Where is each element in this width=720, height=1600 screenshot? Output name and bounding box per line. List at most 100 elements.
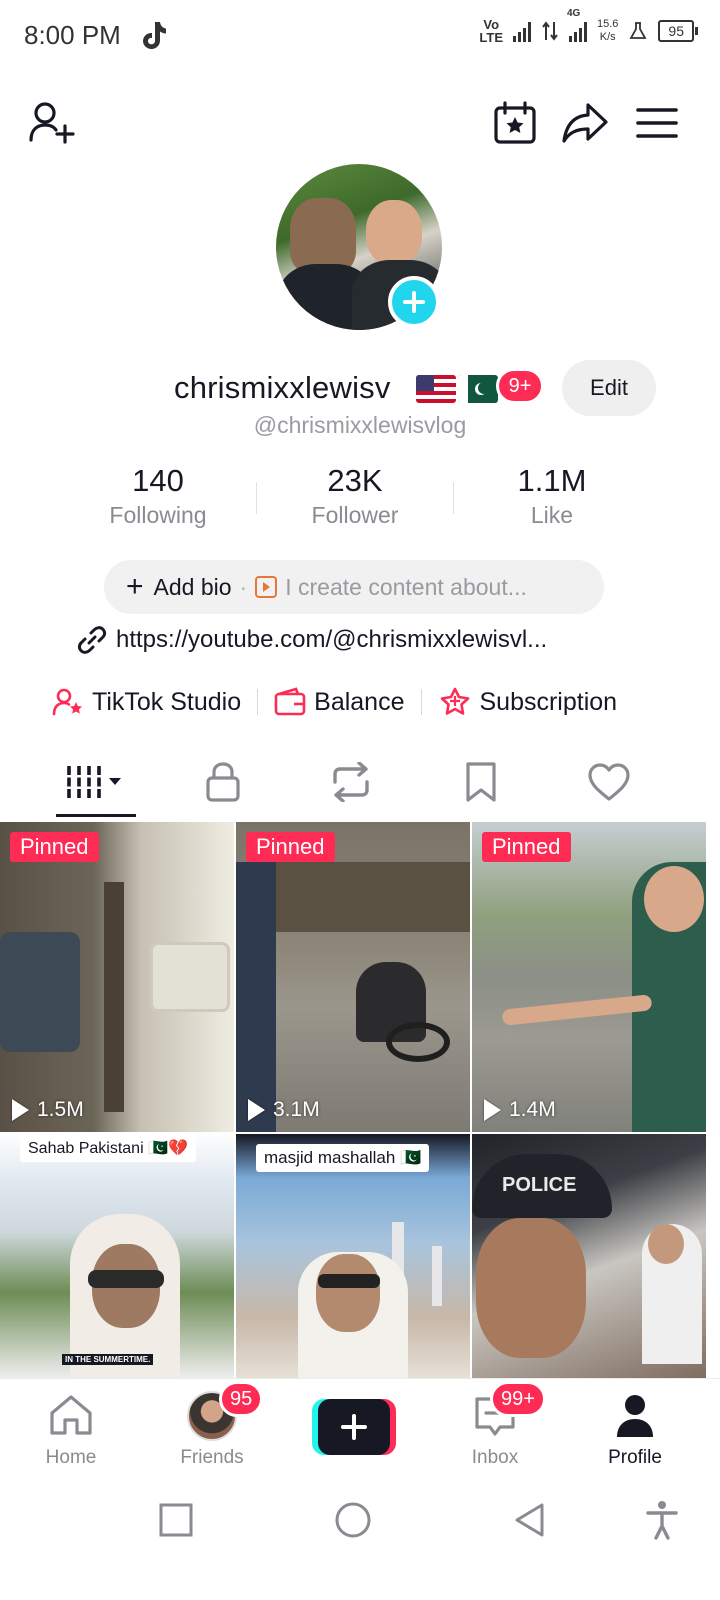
battery-icon: 95 <box>658 20 698 42</box>
username: @chrismixxlewisvlog <box>253 412 467 438</box>
stat-like-label: Like <box>530 502 574 528</box>
stat-follower[interactable]: 23K Follower <box>257 462 453 534</box>
balance-label: Balance <box>314 687 405 716</box>
create-button[interactable] <box>312 1399 396 1455</box>
avatar-person-2 <box>366 200 422 266</box>
video-caption: Sahab Pakistani 🇵🇰💔 <box>20 1134 196 1162</box>
network-speed: 15.6 K/s <box>597 18 619 43</box>
nav-profile-label: Profile <box>608 1447 662 1468</box>
profile-top-bar <box>0 96 720 152</box>
create-button-face <box>318 1399 390 1455</box>
sunglasses-icon <box>88 1270 164 1288</box>
tab-liked[interactable] <box>564 754 654 810</box>
add-bio-button[interactable]: + Add bio · I create content about... <box>104 560 604 614</box>
studio-icon <box>52 688 82 716</box>
stat-following-label: Following <box>109 502 207 528</box>
profile-tabs <box>0 746 720 818</box>
tab-private[interactable] <box>178 754 268 810</box>
stat-following[interactable]: 140 Following <box>60 462 256 534</box>
nav-profile[interactable]: Profile <box>580 1391 690 1471</box>
nav-friends[interactable]: 95 Friends <box>157 1381 267 1471</box>
stat-follower-value: 23K <box>327 463 383 498</box>
tiktok-studio-label: TikTok Studio <box>92 687 242 716</box>
view-count: 1.5M <box>12 1098 84 1122</box>
video-tile[interactable]: POLICE <box>472 1134 706 1378</box>
calendar-star-icon[interactable] <box>490 98 540 148</box>
edit-profile-button[interactable]: Edit <box>562 360 656 416</box>
lab-flask-icon <box>629 22 647 39</box>
thumb-wheel <box>386 1022 450 1062</box>
videos-grid-icon <box>67 766 121 798</box>
sunglasses-icon <box>318 1274 380 1288</box>
add-avatar-plus-icon[interactable] <box>388 276 440 328</box>
thumb-rifle <box>104 882 124 1112</box>
back-triangle-icon[interactable] <box>512 1501 548 1539</box>
tab-videos[interactable] <box>50 754 140 810</box>
balance-button[interactable]: Balance <box>274 687 405 717</box>
plus-icon: + <box>126 570 144 603</box>
thumb-arm <box>501 994 653 1026</box>
subscription-button[interactable]: Subscription <box>438 686 617 718</box>
thumb-face <box>648 1224 684 1264</box>
display-name: chrismixxlewisv <box>174 370 391 405</box>
menu-icon[interactable] <box>632 98 682 148</box>
friends-badge: 95 <box>219 1381 264 1417</box>
stat-following-value: 140 <box>132 463 184 498</box>
video-subcaption: IN THE SUMMERTIME. <box>62 1354 154 1365</box>
us-flag-icon <box>416 375 456 403</box>
system-navigation <box>0 1480 720 1600</box>
heart-icon <box>588 763 630 801</box>
pinned-badge: Pinned <box>10 832 99 862</box>
name-notification-badge[interactable]: 9+ <box>496 368 544 404</box>
view-count: 3.1M <box>248 1098 320 1122</box>
video-tile[interactable]: Pinned 1.4M <box>472 822 706 1132</box>
police-badge-text: POLICE <box>502 1174 577 1196</box>
recent-apps-icon[interactable] <box>158 1502 194 1538</box>
bookmark-icon <box>466 762 496 802</box>
profile-icon <box>617 1395 653 1437</box>
profile-link-text: https://youtube.com/@chrismixxlewisvl... <box>116 626 548 653</box>
add-bio-label: Add bio <box>153 573 232 600</box>
stat-like-value: 1.1M <box>517 463 587 498</box>
add-friend-icon[interactable] <box>26 96 78 148</box>
stat-like[interactable]: 1.1M Like <box>454 462 650 534</box>
creator-tools: TikTok Studio Balance Subscription <box>52 680 672 724</box>
data-transfer-icon <box>542 21 558 41</box>
video-tile[interactable]: masjid mashallah 🇵🇰 <box>236 1134 470 1378</box>
tool-divider <box>420 689 422 715</box>
status-time: 8:00 PM <box>24 20 121 50</box>
thumb-window <box>150 942 230 1012</box>
bio-separator: · <box>239 573 248 600</box>
nav-inbox[interactable]: 99+ Inbox <box>440 1381 550 1471</box>
volte-indicator: Vo LTE <box>479 17 503 45</box>
pinned-badge: Pinned <box>482 832 571 862</box>
thumb-person <box>0 932 80 1052</box>
lock-icon <box>206 762 240 802</box>
home-circle-icon[interactable] <box>334 1501 372 1539</box>
thumb-face <box>476 1218 586 1358</box>
thumb-face <box>644 866 704 932</box>
video-tile[interactable]: Pinned 1.5M <box>0 822 234 1132</box>
signal-1-icon <box>513 20 531 42</box>
video-tile[interactable]: Sahab Pakistani 🇵🇰💔 IN THE SUMMERTIME. <box>0 1134 234 1378</box>
tab-reposts[interactable] <box>306 754 396 810</box>
nav-home[interactable]: Home <box>16 1391 126 1471</box>
video-tile[interactable]: Pinned 3.1M <box>236 822 470 1132</box>
home-icon <box>50 1395 92 1435</box>
accessibility-icon[interactable] <box>644 1500 680 1540</box>
tiktok-studio-button[interactable]: TikTok Studio <box>52 686 241 718</box>
thumb-minaret <box>432 1246 442 1306</box>
plus-icon <box>341 1414 367 1440</box>
share-icon[interactable] <box>560 98 610 148</box>
subscription-icon <box>440 687 469 715</box>
avatar-person-1 <box>290 198 356 274</box>
profile-link[interactable]: https://youtube.com/@chrismixxlewisvl... <box>76 620 547 660</box>
tiktok-notification-icon <box>143 22 166 49</box>
tool-divider <box>257 689 259 715</box>
inbox-badge: 99+ <box>490 1381 546 1417</box>
profile-stats: 140 Following 23K Follower 1.1M Like <box>60 462 650 534</box>
signal-2-icon <box>569 20 587 42</box>
tab-saved[interactable] <box>436 754 526 810</box>
pakistan-flag-icon <box>458 375 498 403</box>
signal-2: 4G <box>567 8 587 42</box>
